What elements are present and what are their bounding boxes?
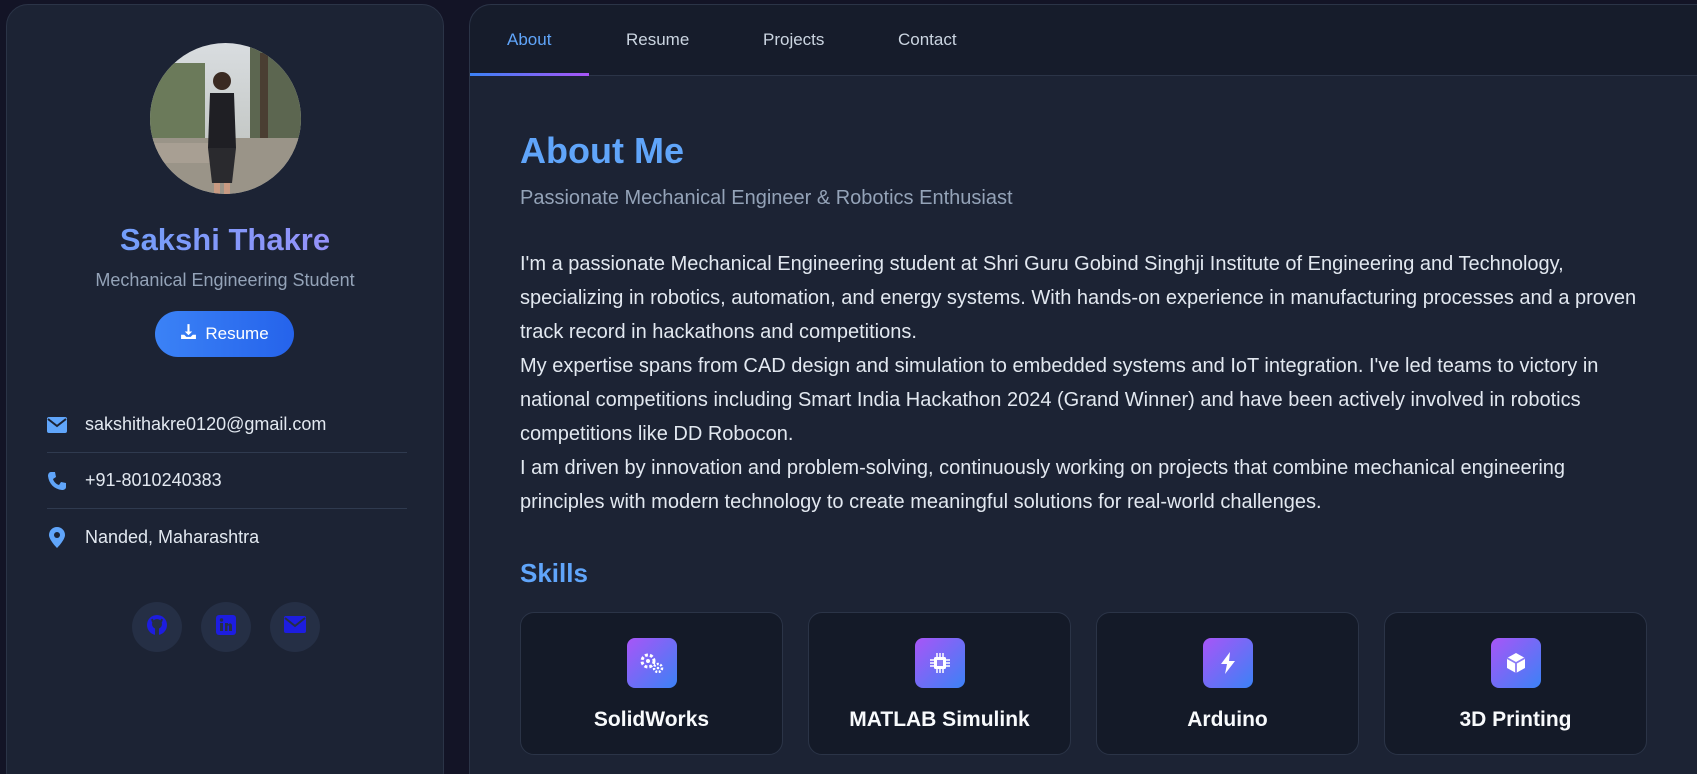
contact-email[interactable]: sakshithakre0120@gmail.com (47, 397, 407, 453)
skill-card-3d-printing: 3D Printing (1384, 612, 1647, 755)
resume-download-button[interactable]: Resume (155, 311, 294, 357)
envelope-icon (284, 616, 306, 638)
skill-card-matlab: MATLAB Simulink (808, 612, 1071, 755)
social-links (132, 602, 320, 652)
main-content: About Resume Projects Contact About Me P… (469, 4, 1697, 774)
github-link[interactable] (132, 602, 182, 652)
cogs-icon (627, 638, 677, 688)
resume-button-label: Resume (205, 324, 269, 343)
cube-icon (1491, 638, 1541, 688)
download-icon (180, 323, 197, 345)
tab-bar: About Resume Projects Contact (470, 5, 1697, 76)
skill-label: 3D Printing (1459, 708, 1572, 731)
map-marker-icon (47, 526, 67, 548)
email-link[interactable] (270, 602, 320, 652)
about-paragraph: My expertise spans from CAD design and s… (520, 355, 1599, 445)
skills-title: Skills (520, 558, 588, 588)
profile-sidebar: Sakshi Thakre Mechanical Engineering Stu… (6, 4, 444, 774)
skill-card-arduino: Arduino (1096, 612, 1359, 755)
contact-email-text: sakshithakre0120@gmail.com (85, 414, 327, 434)
linkedin-link[interactable] (201, 602, 251, 652)
active-tab-indicator (470, 73, 589, 76)
phone-icon (47, 471, 67, 491)
contact-phone-text: +91-8010240383 (85, 470, 222, 490)
skill-label: SolidWorks (593, 708, 710, 731)
contact-location-text: Nanded, Maharashtra (85, 526, 260, 547)
avatar (150, 43, 301, 194)
linkedin-icon (216, 614, 236, 640)
tab-projects[interactable]: Projects (763, 30, 824, 50)
contact-phone[interactable]: +91-8010240383 (47, 453, 407, 509)
about-paragraph: I am driven by innovation and problem-so… (520, 457, 1566, 513)
tab-resume[interactable]: Resume (626, 30, 689, 50)
skill-label: MATLAB Simulink (849, 708, 1030, 731)
skill-label: Arduino (1187, 708, 1268, 731)
tab-about[interactable]: About (507, 30, 551, 50)
contact-location: Nanded, Maharashtra (47, 509, 407, 565)
about-title: About Me (520, 130, 684, 171)
tab-contact[interactable]: Contact (898, 30, 957, 50)
github-icon (146, 614, 168, 641)
bolt-icon (1203, 638, 1253, 688)
profile-name: Sakshi Thakre (7, 222, 443, 258)
about-subtitle: Passionate Mechanical Engineer & Robotic… (520, 187, 1013, 209)
microchip-icon (915, 638, 965, 688)
portfolio-page: Sakshi Thakre Mechanical Engineering Stu… (0, 0, 1697, 774)
envelope-icon (47, 416, 67, 433)
about-paragraph: I'm a passionate Mechanical Engineering … (520, 253, 1637, 343)
skill-card-solidworks: SolidWorks (520, 612, 783, 755)
profile-role: Mechanical Engineering Student (95, 270, 355, 290)
